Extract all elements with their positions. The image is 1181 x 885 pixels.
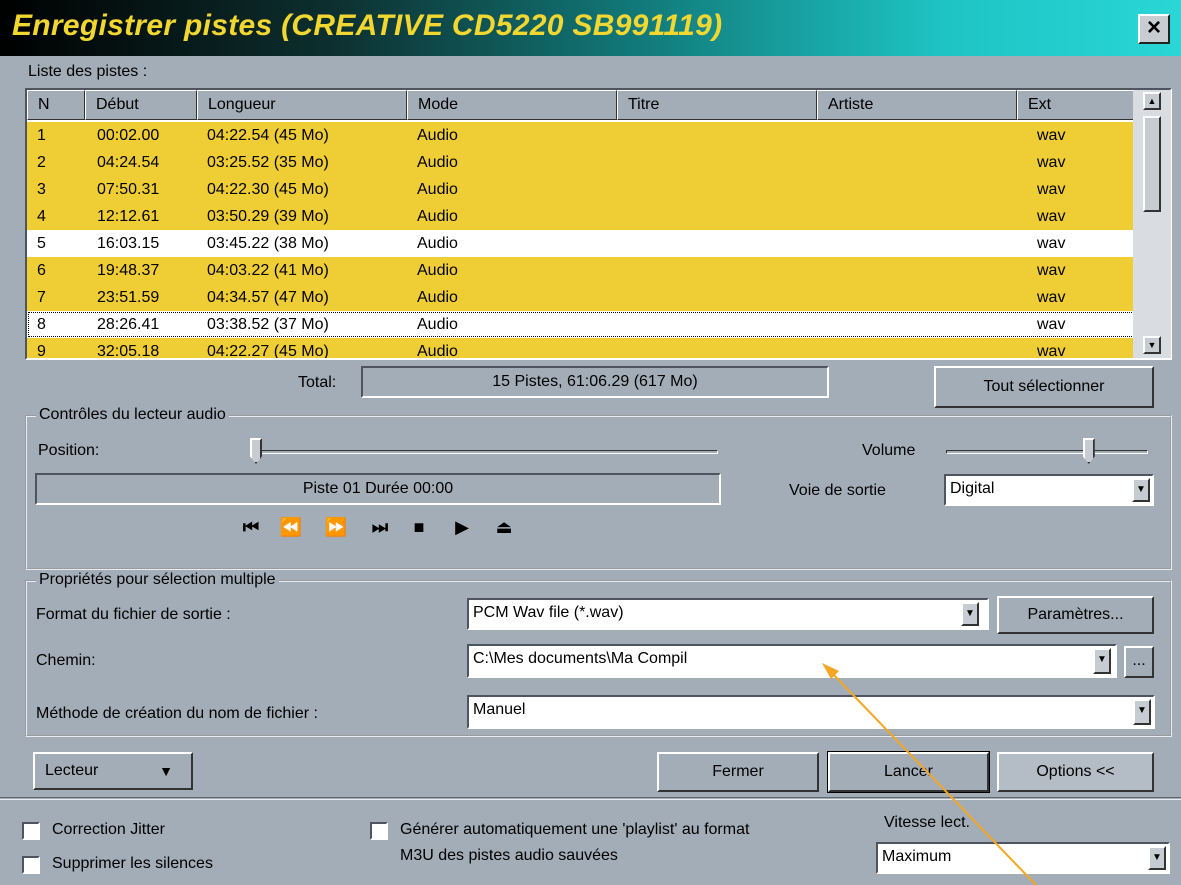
annotation-arrow (822, 663, 1037, 885)
annotation-arrow-line (829, 670, 1037, 885)
